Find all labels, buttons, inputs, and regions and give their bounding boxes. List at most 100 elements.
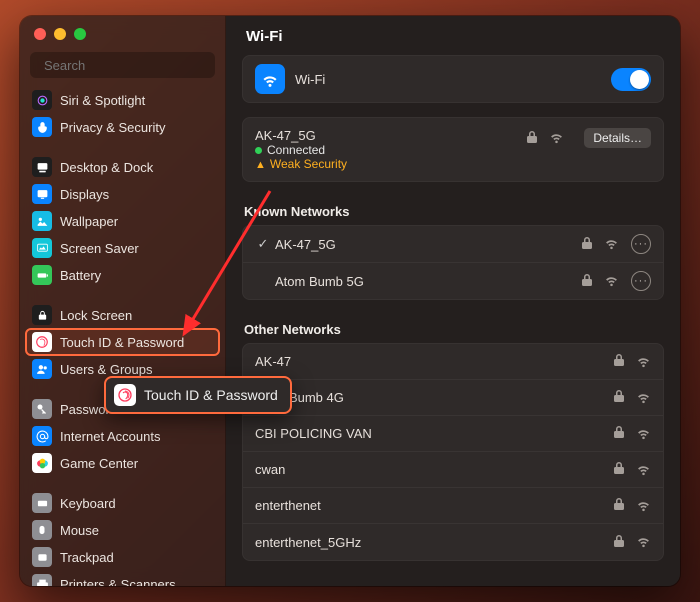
lock-icon (614, 354, 624, 369)
sidebar-item-screen-saver[interactable]: Screen Saver (26, 235, 219, 261)
sidebar-item-internet-accounts[interactable]: Internet Accounts (26, 423, 219, 449)
current-network-panel: AK-47_5G Connected ▲Weak Security Detail… (242, 117, 664, 182)
other-networks-header: Other Networks (226, 314, 680, 343)
more-button[interactable]: ··· (631, 234, 651, 254)
sidebar-item-lock-screen[interactable]: Lock Screen (26, 302, 219, 328)
sidebar-item-keyboard[interactable]: Keyboard (26, 490, 219, 516)
sidebar-item-label: Siri & Spotlight (60, 93, 145, 108)
lock-icon (614, 426, 624, 441)
sidebar-nav: Siri & Spotlight Privacy & Security Deskto… (20, 86, 225, 586)
lock-icon (614, 390, 624, 405)
lock-icon (582, 237, 592, 252)
network-row[interactable]: enterthenet (243, 488, 663, 524)
sidebar-item-label: Internet Accounts (60, 429, 160, 444)
sidebar-item-touch-id-password[interactable]: Touch ID & Password (26, 329, 219, 355)
zoom-icon[interactable] (74, 28, 86, 40)
network-right-icons (614, 389, 651, 407)
sidebar-item-wallpaper[interactable]: Wallpaper (26, 208, 219, 234)
lock-icon (582, 274, 592, 289)
wifi-icon (255, 64, 285, 94)
siri-icon (32, 90, 52, 110)
network-row[interactable]: cwan (243, 452, 663, 488)
network-row[interactable]: Atom Bumb 5G ··· (243, 263, 663, 299)
network-right-icons (614, 353, 651, 371)
network-right-icons: ··· (582, 271, 651, 291)
wifi-signal-icon (636, 353, 651, 371)
status-dot-icon (255, 147, 262, 154)
network-ssid: enterthenet (255, 498, 614, 513)
network-right-icons (614, 425, 651, 443)
network-ssid: Atom Bumb 4G (255, 390, 614, 405)
sidebar-item-printers-scanners[interactable]: Printers & Scanners (26, 571, 219, 586)
network-right-icons: ··· (582, 234, 651, 254)
page-title: Wi-Fi (226, 16, 680, 55)
network-ssid: Atom Bumb 5G (275, 274, 582, 289)
sidebar-item-trackpad[interactable]: Trackpad (26, 544, 219, 570)
sidebar-item-desktop-dock[interactable]: Desktop & Dock (26, 154, 219, 180)
annotation-callout: Touch ID & Password (104, 376, 292, 414)
search-input[interactable] (44, 58, 220, 73)
network-row[interactable]: CBI POLICING VAN (243, 416, 663, 452)
wifi-signal-icon (636, 533, 651, 551)
sidebar-item-label: Keyboard (60, 496, 116, 511)
lock-icon (32, 305, 52, 325)
users-icon (32, 359, 52, 379)
wifi-toggle-row: Wi-Fi (243, 56, 663, 102)
network-ssid: CBI POLICING VAN (255, 426, 614, 441)
screensaver-icon (32, 238, 52, 258)
sidebar-item-mouse[interactable]: Mouse (26, 517, 219, 543)
at-icon (32, 426, 52, 446)
network-right-icons (614, 533, 651, 551)
wifi-toggle-label: Wi-Fi (295, 72, 611, 87)
current-network-row: AK-47_5G Connected ▲Weak Security Detail… (243, 118, 663, 181)
lock-icon (527, 131, 537, 146)
network-ssid: enterthenet_5GHz (255, 535, 614, 550)
details-button[interactable]: Details… (584, 128, 651, 148)
sidebar-item-siri-spotlight[interactable]: Siri & Spotlight (26, 87, 219, 113)
sidebar-item-label: Printers & Scanners (60, 577, 176, 587)
sidebar-item-privacy-security[interactable]: Privacy & Security (26, 114, 219, 140)
wifi-toggle-panel: Wi-Fi (242, 55, 664, 103)
wifi-toggle[interactable] (611, 68, 651, 91)
sidebar-item-label: Trackpad (60, 550, 114, 565)
known-networks-list: ✓AK-47_5G···Atom Bumb 5G··· (242, 225, 664, 300)
sidebar-item-label: Displays (60, 187, 109, 202)
more-button[interactable]: ··· (631, 271, 651, 291)
sidebar-item-label: Mouse (60, 523, 99, 538)
dock-icon (32, 157, 52, 177)
current-status: Connected (255, 143, 527, 157)
sidebar-item-displays[interactable]: Displays (26, 181, 219, 207)
network-row[interactable]: enterthenet_5GHz (243, 524, 663, 560)
wifi-signal-icon (636, 425, 651, 443)
network-ssid: cwan (255, 462, 614, 477)
touchid-icon (114, 384, 136, 406)
sidebar-item-label: Game Center (60, 456, 138, 471)
network-row[interactable]: ✓AK-47_5G··· (243, 226, 663, 263)
current-warning: ▲Weak Security (255, 157, 527, 171)
sidebar: Siri & Spotlight Privacy & Security Deskto… (20, 16, 226, 586)
main-pane: Wi-Fi Wi-Fi AK-47_5G Connected ▲Weak Sec… (226, 16, 680, 586)
current-ssid: AK-47_5G (255, 128, 527, 143)
wifi-signal-icon (636, 497, 651, 515)
network-right-icons (614, 497, 651, 515)
sidebar-item-game-center[interactable]: Game Center (26, 450, 219, 476)
printer-icon (32, 574, 52, 586)
search-field[interactable] (30, 52, 215, 78)
network-row[interactable]: AK-47 (243, 344, 663, 380)
key-icon (32, 399, 52, 419)
minimize-icon[interactable] (54, 28, 66, 40)
window-controls (20, 16, 225, 48)
system-settings-window: Siri & Spotlight Privacy & Security Deskto… (20, 16, 680, 586)
wifi-signal-icon (549, 129, 564, 147)
current-network-actions: Details… (527, 128, 651, 148)
known-networks-header: Known Networks (226, 196, 680, 225)
close-icon[interactable] (34, 28, 46, 40)
sidebar-item-label: Touch ID & Password (60, 335, 184, 350)
sidebar-item-battery[interactable]: Battery (26, 262, 219, 288)
network-row[interactable]: Atom Bumb 4G (243, 380, 663, 416)
wifi-signal-icon (604, 272, 619, 290)
game-icon (32, 453, 52, 473)
mouse-icon (32, 520, 52, 540)
network-ssid: AK-47_5G (275, 237, 582, 252)
lock-icon (614, 498, 624, 513)
